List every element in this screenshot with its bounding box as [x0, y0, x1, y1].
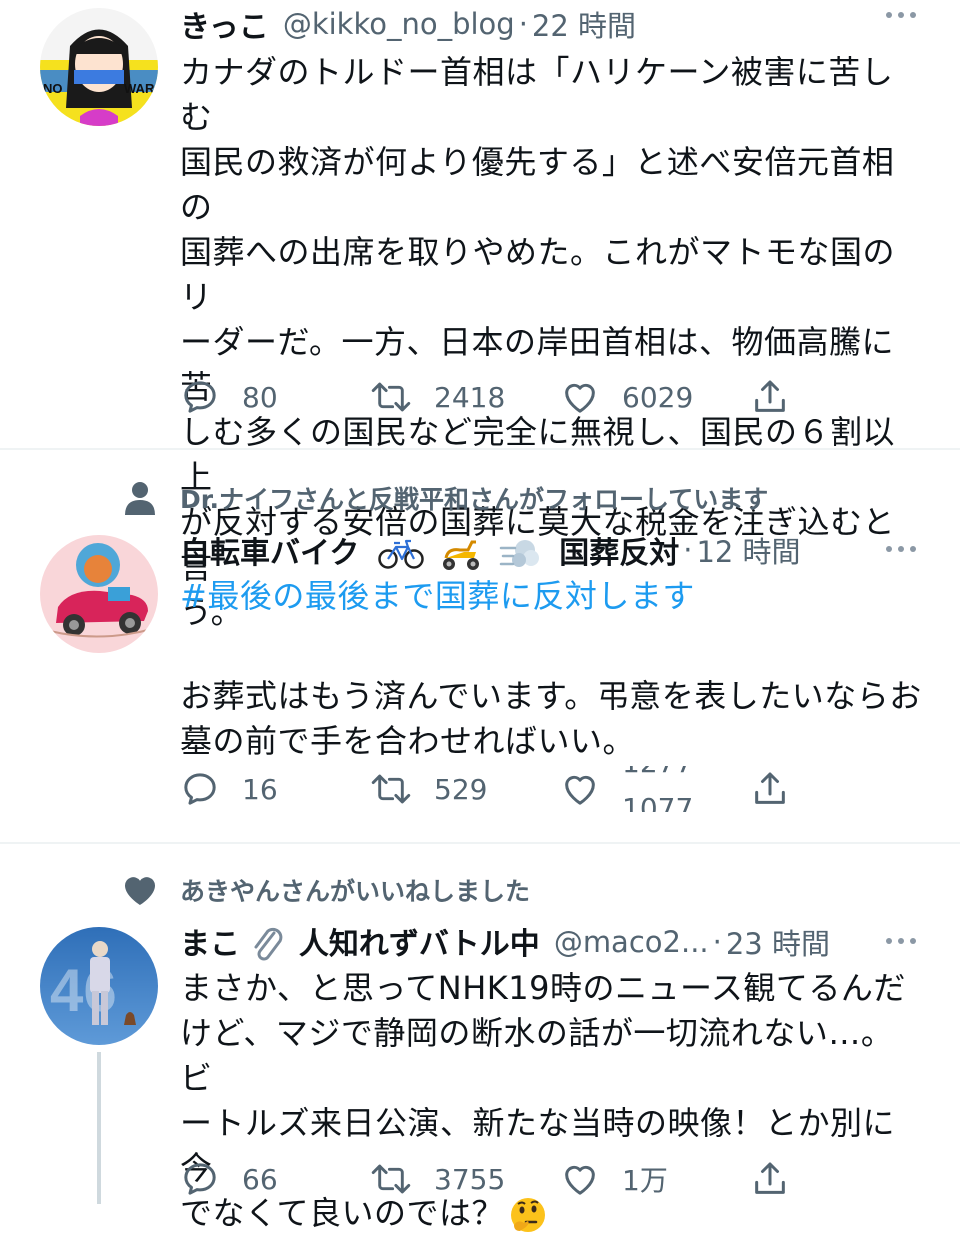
like-count-rolling-top: 1277 — [622, 766, 692, 779]
separator: · — [712, 925, 722, 959]
social-context-text: Dr.ナイフさんと反戦平和さんがフォローしています — [180, 485, 769, 514]
reply-count: 80 — [242, 380, 278, 414]
tweet-3[interactable]: あきやんさんがいいねしました 46 まこ 人知れずバトル中 @maco2... … — [0, 844, 960, 1232]
reply-icon — [184, 773, 216, 805]
display-name-text: 国葬反対 — [559, 535, 680, 571]
avatar-war-text: WAR — [124, 81, 155, 96]
share-button[interactable] — [750, 374, 790, 420]
social-context[interactable]: あきやんさんがいいねしました — [120, 870, 530, 910]
reply-button[interactable]: 16 — [180, 766, 278, 812]
heart-outline-icon — [565, 1165, 595, 1195]
like-button[interactable]: 1277 1077 — [560, 766, 692, 812]
retweet-button[interactable]: 2418 — [370, 374, 505, 420]
tweet-text: #最後の最後まで国葬に反対します お葬式はもう済んでいます。弔意を表したいならお… — [180, 574, 925, 764]
display-name-text: 自転車バイク — [180, 535, 360, 571]
social-context[interactable]: Dr.ナイフさんと反戦平和さんがフォローしています — [120, 478, 768, 518]
avatar-no-text: NO — [43, 81, 63, 96]
like-count: 1万 — [622, 1164, 668, 1197]
person-icon — [120, 478, 160, 518]
reply-count: 66 — [242, 1162, 278, 1196]
heart-icon — [120, 870, 160, 910]
retweet-icon — [371, 774, 411, 804]
share-button[interactable] — [750, 1156, 790, 1202]
heart-outline-icon — [565, 383, 595, 413]
display-name[interactable]: まこ 人知れずバトル中 — [180, 919, 540, 966]
dash-emoji — [499, 540, 539, 568]
tweet-line: けど、マジで静岡の断水の話が一切流れない…。ビ — [180, 1014, 894, 1097]
like-count-animating: 1277 1077 — [622, 766, 692, 812]
scooter-emoji — [443, 540, 480, 571]
paperclip-emoji — [254, 928, 283, 961]
retweet-icon — [371, 382, 411, 412]
tweet-line: カナダのトルドー首相は「ハリケーン被害に苦しむ — [180, 53, 894, 136]
like-count-rolling-bottom: 1077 — [622, 792, 692, 812]
timestamp[interactable]: 12 時間 — [696, 529, 800, 571]
more-options-icon[interactable] — [886, 12, 916, 18]
action-bar: 66 3755 1万 — [180, 1156, 800, 1202]
avatar[interactable]: NO WAR — [40, 8, 158, 126]
retweet-button[interactable]: 3755 — [370, 1156, 505, 1202]
tweet-line: お葬式はもう済んでいます。弔意を表したいならお — [180, 677, 922, 715]
hashtag-link[interactable]: #最後の最後まで国葬に反対します — [180, 574, 925, 619]
retweet-count: 3755 — [434, 1162, 506, 1196]
like-count: 6029 — [622, 380, 694, 414]
tweet-header: きっこ @kikko_no_blog · 22 時間 — [180, 2, 930, 46]
timestamp[interactable]: 23 時間 — [726, 921, 830, 963]
more-options-icon[interactable] — [886, 938, 916, 944]
retweet-count: 529 — [434, 772, 488, 806]
action-bar: 80 2418 6029 — [180, 374, 800, 420]
reply-button[interactable]: 80 — [180, 374, 278, 420]
share-button[interactable] — [750, 766, 790, 812]
like-button[interactable]: 6029 — [560, 374, 693, 420]
retweet-button[interactable]: 529 — [370, 766, 487, 812]
thread-line — [97, 1052, 101, 1204]
tweet-line: まさか、と思ってNHK19時のニュース観てるんだ — [180, 969, 906, 1007]
retweet-count: 2418 — [434, 380, 506, 414]
tweet-header: まこ 人知れずバトル中 @maco2... · 23 時間 — [180, 920, 930, 964]
retweet-icon — [371, 1164, 411, 1194]
display-name[interactable]: きっこ — [180, 2, 269, 46]
avatar[interactable] — [40, 535, 158, 653]
display-name[interactable]: 自転車バイク 国葬反対 — [180, 528, 679, 573]
avatar[interactable]: 46 — [40, 927, 158, 1045]
tweet-line: 墓の前で手を合わせればいい。 — [180, 722, 636, 760]
tweet-line: 国葬への出席を取りやめた。これがマトモな国のリ — [180, 233, 896, 316]
tweet-2[interactable]: Dr.ナイフさんと反戦平和さんがフォローしています 自転車バイク 国葬反対 · … — [0, 450, 960, 842]
display-name-text: まこ — [180, 926, 240, 962]
display-name-text: 人知れずバトル中 — [298, 926, 540, 962]
user-handle[interactable]: @maco2... — [554, 925, 709, 959]
tweet-header: 自転車バイク 国葬反対 · 12 時間 — [180, 528, 930, 572]
share-icon — [755, 380, 785, 412]
user-handle[interactable]: @kikko_no_blog — [283, 7, 515, 41]
social-context-text: あきやんさんがいいねしました — [180, 877, 531, 906]
reply-count: 16 — [242, 772, 278, 806]
timestamp[interactable]: 22 時間 — [532, 3, 636, 45]
share-icon — [755, 1162, 785, 1194]
more-options-icon[interactable] — [886, 546, 916, 552]
separator: · — [683, 533, 693, 567]
tweet-1[interactable]: NO WAR きっこ @kikko_no_blog · 22 時間 カナダのトル… — [0, 0, 960, 631]
reply-button[interactable]: 66 — [180, 1156, 278, 1202]
like-button[interactable]: 1万 — [560, 1156, 668, 1202]
heart-outline-icon — [565, 775, 595, 805]
bicycle-emoji — [378, 540, 424, 569]
share-icon — [755, 772, 785, 804]
action-bar: 16 529 1277 1077 — [180, 766, 800, 812]
separator: · — [518, 7, 528, 41]
tweet-line: 国民の救済が何より優先する」と述べ安倍元首相の — [180, 143, 895, 226]
reply-icon — [184, 381, 216, 413]
reply-icon — [184, 1163, 216, 1195]
